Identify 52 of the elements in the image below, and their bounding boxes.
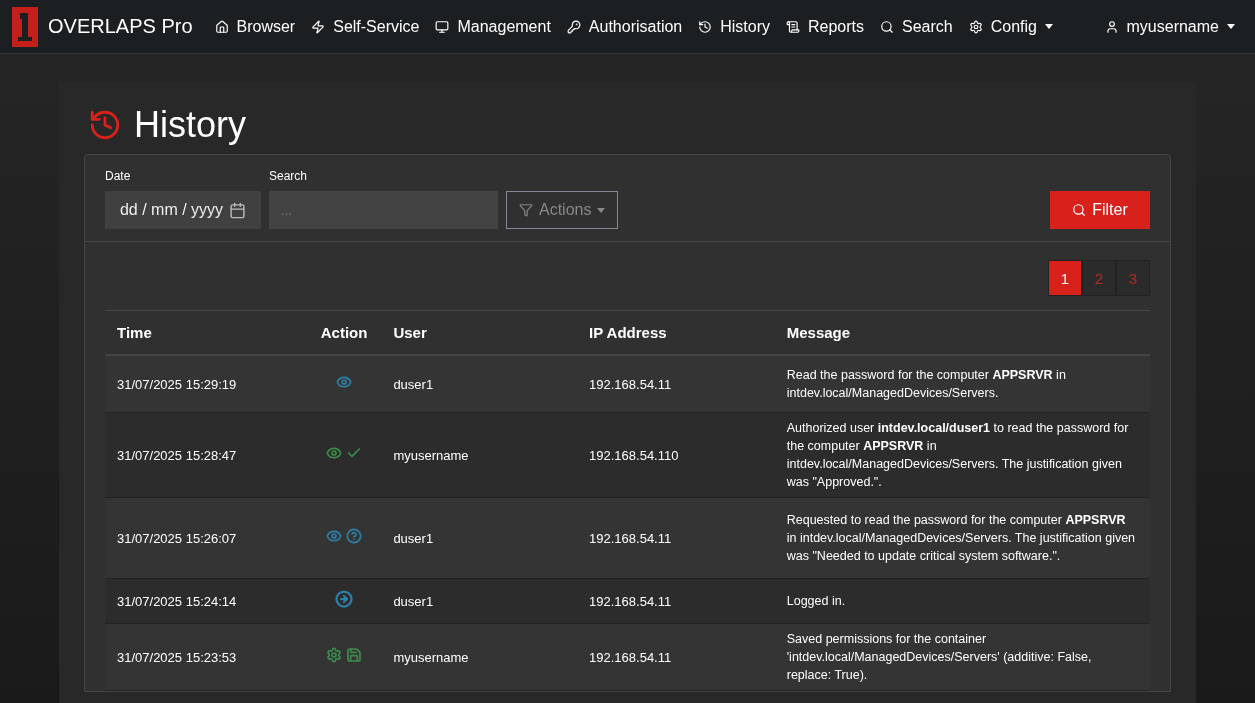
nav-link[interactable]: Config: [960, 17, 1061, 36]
table-cell: Authorized user intdev.local/duser1 to read the password for the computer APPSRVR in intdev.local/ManagedDevices/Servers. The justification given was "Approved.".: [774, 412, 1150, 498]
table-cell: Read the password for the computer APPSRVR in intdev.local/ManagedDevices/Servers.: [774, 355, 1150, 413]
brand-name[interactable]: OVERLAPS Pro: [48, 15, 193, 38]
nav-link[interactable]: Self-Service: [303, 17, 428, 36]
user-menu[interactable]: myusername: [1096, 17, 1243, 36]
table-cell: duser1: [381, 578, 578, 624]
table-cell: 31/07/2025 15:26:07: [105, 497, 307, 579]
home-icon: [214, 19, 229, 34]
calendar-icon: [229, 201, 247, 219]
scroll-icon: [786, 19, 800, 34]
table-cell: 192.168.54.110: [577, 412, 775, 498]
table-cell: myusername: [381, 412, 578, 498]
table-cell: 31/07/2025 15:23:53: [105, 623, 307, 691]
search-label: Search: [269, 169, 309, 183]
nav-link[interactable]: Reports: [778, 17, 873, 36]
history-icon: [698, 19, 713, 34]
table-cell: Logged in.: [774, 578, 1150, 624]
nav-link[interactable]: Authorisation: [558, 17, 691, 36]
nav-link[interactable]: Management: [427, 17, 559, 36]
actions-button[interactable]: Actions: [506, 191, 619, 229]
table-cell: 192.168.54.11: [577, 578, 775, 624]
bolt-icon: [311, 19, 326, 34]
filter-button[interactable]: Filter: [1050, 191, 1150, 229]
search-icon: [880, 19, 895, 34]
settings-icon: [968, 19, 983, 34]
table-cell: Saved permissions for the container 'intdev.local/ManagedDevices/Servers' (additive: False, replace: True).: [774, 623, 1150, 691]
history-icon: [88, 108, 122, 142]
table-cell: myusername: [381, 623, 578, 691]
table-cell: 192.168.54.11: [577, 623, 775, 691]
table-cell: Requested to read the password for the computer APPSRVR in intdev.local/ManagedDevices/Servers. The justification given was "Needed to update critical system software.".: [774, 497, 1150, 579]
date-field[interactable]: dd / mm / yyyy: [105, 191, 261, 229]
nav-link[interactable]: History: [690, 17, 778, 36]
table-cell: 192.168.54.11: [577, 497, 775, 579]
page-title: History: [134, 104, 246, 146]
monitor-icon: [435, 19, 450, 34]
table-cell: 31/07/2025 15:28:47: [105, 412, 307, 498]
user-icon: [1104, 19, 1119, 34]
search-icon: [1072, 203, 1087, 217]
key-icon: [566, 19, 581, 34]
nav-link[interactable]: Search: [872, 17, 961, 36]
table-cell: 31/07/2025 15:29:19: [105, 355, 307, 413]
nav-link[interactable]: Browser: [206, 17, 304, 36]
funnel-icon: [519, 203, 533, 217]
table-cell: 192.168.54.11: [577, 355, 775, 413]
table-cell: duser1: [381, 497, 578, 579]
logo-icon: [12, 6, 38, 47]
search-field[interactable]: ...: [269, 191, 498, 229]
page-link[interactable]: 1: [1048, 260, 1082, 296]
table-cell: duser1: [381, 355, 578, 413]
date-label: Date: [105, 169, 132, 183]
table-cell: 31/07/2025 15:24:14: [105, 578, 307, 624]
